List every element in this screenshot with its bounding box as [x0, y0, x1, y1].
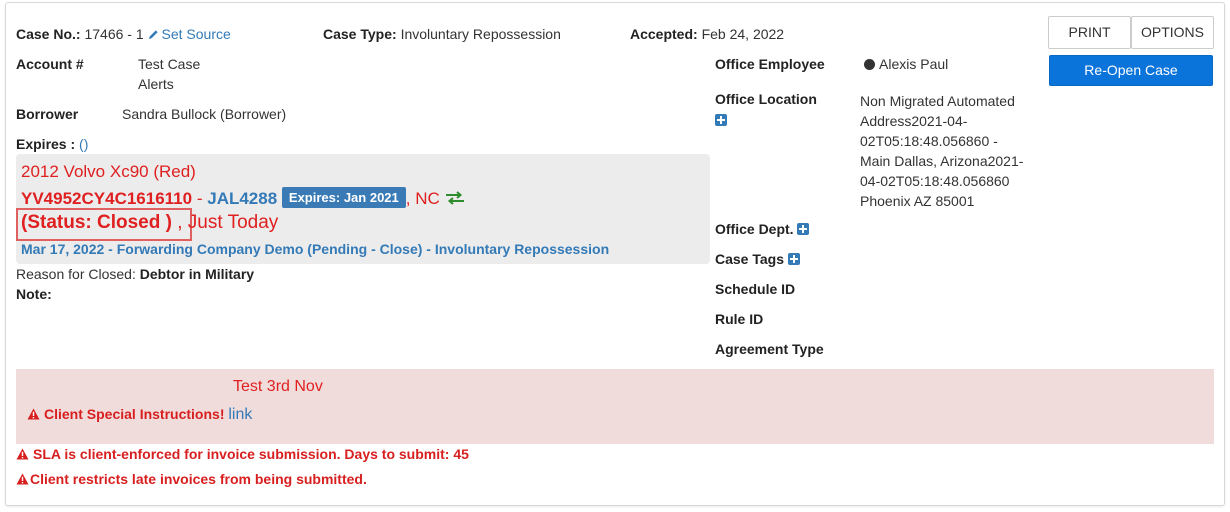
- schedule-id-label: Schedule ID: [715, 281, 796, 297]
- sla-text: SLA is client-enforced for invoice submi…: [33, 446, 469, 462]
- vehicle-state: , NC: [405, 189, 440, 208]
- swap-arrows-icon[interactable]: [445, 191, 465, 205]
- special-instructions-label: Client Special Instructions!: [44, 406, 225, 422]
- reason-value: Debtor in Military: [139, 266, 255, 282]
- vehicle-vin: YV4952CY4C1616110: [21, 189, 193, 208]
- vehicle-status: (Status: Closed ): [21, 212, 172, 233]
- reason-label: Reason for Closed:: [16, 266, 136, 282]
- accepted-value: Feb 24, 2022: [701, 26, 785, 42]
- options-button[interactable]: OPTIONS: [1131, 16, 1214, 49]
- warning-icon: [27, 408, 40, 420]
- borrower-value: Sandra Bullock (Borrower): [122, 106, 287, 122]
- plus-icon[interactable]: [787, 253, 800, 265]
- office-location-address: Non Migrated Automated Address2021-04- 0…: [860, 91, 1023, 211]
- rule-id-label: Rule ID: [715, 311, 764, 327]
- expires-label: Expires :: [16, 136, 76, 152]
- accepted-label: Accepted:: [630, 26, 698, 42]
- vehicle-status-row: (Status: Closed ) , Just Today: [21, 212, 278, 234]
- plus-icon[interactable]: [715, 114, 727, 126]
- case-type-label: Case Type:: [323, 26, 397, 42]
- late-invoice-warning: Client restricts late invoices from bein…: [16, 471, 367, 487]
- note-label: Note:: [16, 286, 52, 302]
- expires-badge: Expires: Jan 2021: [281, 187, 406, 208]
- warning-icon: [16, 448, 29, 460]
- address-line: 02T05:18:48.056860 -: [860, 133, 998, 149]
- set-source-link[interactable]: Set Source: [148, 26, 231, 42]
- vin-separator: -: [196, 189, 203, 208]
- alert-note: Test 3rd Nov: [233, 378, 323, 395]
- accepted-date: Accepted: Feb 24, 2022: [630, 26, 784, 42]
- account-label: Account #: [16, 56, 84, 72]
- vehicle-id-row: YV4952CY4C1616110 - JAL4288 Expires: Jan…: [21, 187, 465, 209]
- expires-link[interactable]: (): [79, 136, 88, 152]
- sla-warning: SLA is client-enforced for invoice submi…: [16, 446, 469, 462]
- case-no-label: Case No.:: [16, 26, 81, 42]
- case-tags-label: Case Tags: [715, 251, 784, 267]
- account-line2: Alerts: [138, 76, 174, 92]
- warning-icon: [16, 473, 29, 485]
- office-location-label: Office Location: [715, 91, 817, 107]
- agreement-type-label: Agreement Type: [715, 341, 824, 357]
- address-line: 04-02T05:18:48.056860: [860, 173, 1010, 189]
- case-history-link[interactable]: Mar 17, 2022 - Forwarding Company Demo (…: [21, 241, 609, 257]
- pencil-icon: [148, 30, 158, 40]
- vehicle-title: 2012 Volvo Xc90 (Red): [21, 162, 196, 181]
- plus-icon[interactable]: [797, 223, 810, 235]
- borrower-label: Borrower: [16, 106, 79, 122]
- office-dept-label: Office Dept.: [715, 221, 794, 237]
- print-button[interactable]: PRINT: [1048, 16, 1131, 49]
- address-line: Non Migrated Automated: [860, 93, 1015, 109]
- case-type: Case Type: Involuntary Repossession: [323, 26, 561, 42]
- set-source-label: Set Source: [161, 26, 231, 42]
- case-number: Case No.: 17466 - 1 Set Source: [16, 26, 231, 42]
- special-instructions-row: Client Special Instructions! link: [27, 406, 252, 424]
- case-tags-row: Case Tags: [715, 251, 800, 267]
- special-instructions-link[interactable]: link: [228, 406, 252, 423]
- case-no-value: 17466 - 1: [84, 26, 144, 42]
- late-invoice-text: Client restricts late invoices from bein…: [30, 471, 367, 487]
- expires-row: Expires : (): [16, 136, 88, 152]
- address-line: Main Dallas, Arizona2021-: [860, 153, 1024, 169]
- office-location-add[interactable]: [715, 112, 727, 128]
- office-dept-row: Office Dept.: [715, 221, 810, 237]
- office-employee-label: Office Employee: [715, 56, 825, 72]
- vehicle-plate-link[interactable]: JAL4288: [207, 189, 277, 208]
- reopen-case-button[interactable]: Re-Open Case: [1049, 55, 1213, 86]
- account-line1: Test Case: [138, 56, 201, 72]
- office-employee-name: Alexis Paul: [879, 56, 949, 72]
- address-line: Address2021-04-: [860, 113, 968, 129]
- vehicle-status-time: , Just Today: [177, 212, 279, 233]
- address-line: Phoenix AZ 85001: [860, 193, 975, 209]
- office-employee-value: Alexis Paul: [864, 56, 948, 72]
- closed-reason: Reason for Closed: Debtor in Military: [16, 266, 254, 282]
- case-type-value: Involuntary Repossession: [400, 26, 561, 42]
- status-dot-icon: [864, 59, 875, 70]
